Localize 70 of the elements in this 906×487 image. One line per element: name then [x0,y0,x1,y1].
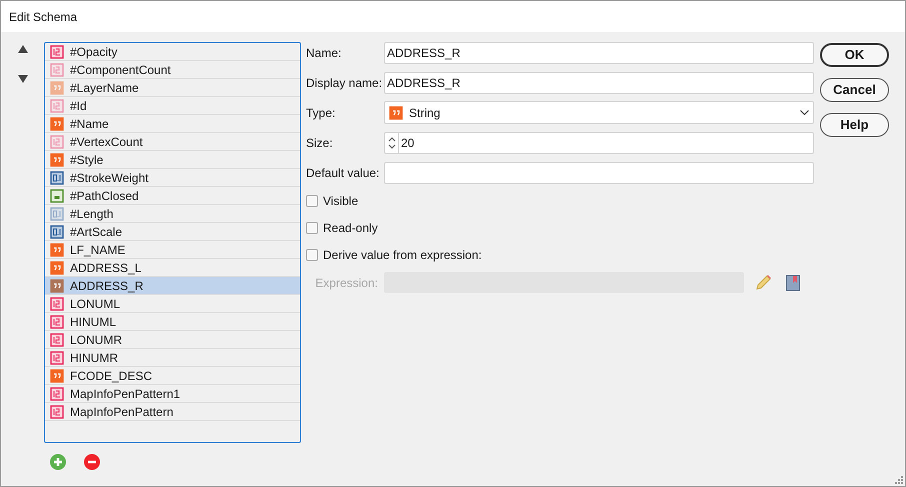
field-list-item[interactable]: LONUMR [45,331,300,349]
field-list-item[interactable]: HINUML [45,313,300,331]
field-list-item[interactable]: MapInfoPenPattern1 [45,385,300,403]
dialog-button[interactable]: OK [820,43,889,67]
field-list-item[interactable]: #ComponentCount [45,61,300,79]
real-type-icon [50,206,64,220]
checkbox-label: Read-only [323,220,378,237]
field-list-item[interactable]: #Opacity [45,43,300,61]
field-label: Name: [306,45,342,62]
checkbox[interactable] [306,222,318,234]
field-list-item[interactable]: LF_NAME [45,241,300,259]
integer-type-icon [50,296,64,310]
name-field[interactable]: ADDRESS_R [384,42,814,64]
field-list-item[interactable]: #PathClosed [45,187,300,205]
pencil-icon[interactable] [754,274,772,292]
field-list-item[interactable]: #LayerName [45,79,300,97]
default-value-field[interactable] [384,162,814,184]
string-type-icon [50,242,64,256]
book-icon[interactable] [786,274,800,290]
string-type-icon [50,116,64,130]
field-list-item[interactable]: #VertexCount [45,133,300,151]
field-list-item[interactable]: MapInfoPenPattern [45,403,300,421]
integer-type-icon [50,332,64,346]
integer-type-icon [50,62,64,76]
real-type-icon [50,224,64,238]
field-list-item[interactable]: #ArtScale [45,223,300,241]
field-label: Expression: [314,274,379,292]
integer-type-icon [50,386,64,400]
string-type-icon [50,260,64,274]
field-list-item[interactable]: #Name [45,115,300,133]
remove-button[interactable] [84,454,100,470]
checkbox[interactable] [306,249,318,261]
field-label: Size: [306,135,334,152]
boolean-type-icon [50,188,64,202]
field-list-item[interactable]: #Style [45,151,300,169]
string-type-icon [50,278,64,292]
real-type-icon [50,170,64,184]
integer-type-icon [50,134,64,148]
dialog-button[interactable]: Help [820,113,889,137]
string-type-icon [389,106,403,120]
integer-type-icon [50,404,64,418]
integer-type-icon [50,350,64,364]
field-list-item[interactable]: LONUML [45,295,300,313]
field-list-item[interactable]: #Length [45,205,300,223]
field-list-item[interactable]: #StrokeWeight [45,169,300,187]
integer-type-icon [50,98,64,112]
field-label: Display name: [306,75,384,92]
string-type-icon [50,80,64,94]
field-list-item[interactable]: HINUMR [45,349,300,367]
size-spinner[interactable]: 20 [384,132,814,154]
integer-type-icon [50,314,64,328]
field-list-item[interactable]: FCODE_DESC [45,367,300,385]
chevron-down-icon [800,110,809,115]
checkbox-label: Visible [323,193,358,210]
field-label: Default value: [306,165,380,182]
field-list-item[interactable]: #Id [45,97,300,115]
field-list-item[interactable]: ADDRESS_R [45,277,300,295]
checkbox[interactable] [306,195,318,207]
string-type-icon [50,152,64,166]
checkbox-label: Derive value from expression: [323,247,482,264]
dialog-button[interactable]: Cancel [820,78,889,102]
window-title: Edit Schema [9,8,78,26]
plus-icon [53,457,63,467]
type-dropdown[interactable]: String [384,101,814,124]
display-name-field[interactable]: ADDRESS_R [384,72,814,94]
string-type-icon [50,368,64,382]
resize-grip-icon[interactable] [895,476,903,484]
add-button[interactable] [50,454,66,470]
integer-type-icon [50,44,64,58]
field-label: Type: [306,104,336,122]
